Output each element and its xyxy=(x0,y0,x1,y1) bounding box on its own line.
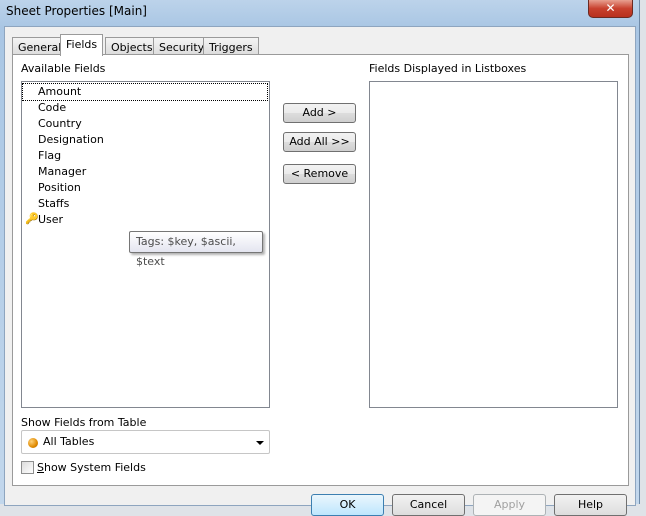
table-dot-icon xyxy=(28,438,38,448)
list-item[interactable]: Amount xyxy=(22,83,268,101)
list-item[interactable]: Code xyxy=(38,100,66,116)
apply-button[interactable]: Apply xyxy=(473,494,546,516)
label-rest: how System Fields xyxy=(43,461,146,474)
tags-tooltip: Tags: $key, $ascii, $text xyxy=(129,231,263,268)
window-title: Sheet Properties [Main] xyxy=(6,4,147,18)
ok-button[interactable]: OK xyxy=(311,494,384,516)
list-item[interactable]: Position xyxy=(38,180,81,196)
table-select-value: All Tables xyxy=(43,435,95,448)
available-fields-label: Available Fields xyxy=(21,62,106,75)
displayed-fields-label: Fields Displayed in Listboxes xyxy=(369,62,527,75)
tab-fields[interactable]: Fields xyxy=(60,34,104,56)
cancel-button[interactable]: Cancel xyxy=(392,494,465,516)
table-label: Show Fields from Table xyxy=(21,416,147,429)
list-item[interactable]: Country xyxy=(38,116,82,132)
chevron-down-icon[interactable] xyxy=(256,441,264,445)
tab-triggers[interactable]: Triggers xyxy=(203,37,259,55)
add-button[interactable]: Add > xyxy=(283,103,356,123)
show-system-fields-checkbox[interactable] xyxy=(21,461,34,474)
key-icon: 🔑 xyxy=(25,212,39,225)
help-button[interactable]: Help xyxy=(554,494,627,516)
list-item[interactable]: Manager xyxy=(38,164,86,180)
add-all-button[interactable]: Add All >> xyxy=(283,132,356,152)
displayed-fields-list[interactable] xyxy=(369,81,618,408)
list-item[interactable]: User xyxy=(38,212,63,228)
list-item[interactable]: Designation xyxy=(38,132,104,148)
list-item[interactable]: Flag xyxy=(38,148,61,164)
mnemonic-char: S xyxy=(37,461,44,474)
show-system-fields-label[interactable]: Show System Fields xyxy=(37,461,146,474)
tab-objects[interactable]: Objects xyxy=(105,37,159,55)
tab-security[interactable]: Security xyxy=(153,37,211,55)
remove-button[interactable]: < Remove xyxy=(283,164,356,184)
list-item[interactable]: Staffs xyxy=(38,196,69,212)
table-select[interactable]: All Tables xyxy=(21,430,270,454)
close-button[interactable]: ✕ xyxy=(588,0,633,18)
